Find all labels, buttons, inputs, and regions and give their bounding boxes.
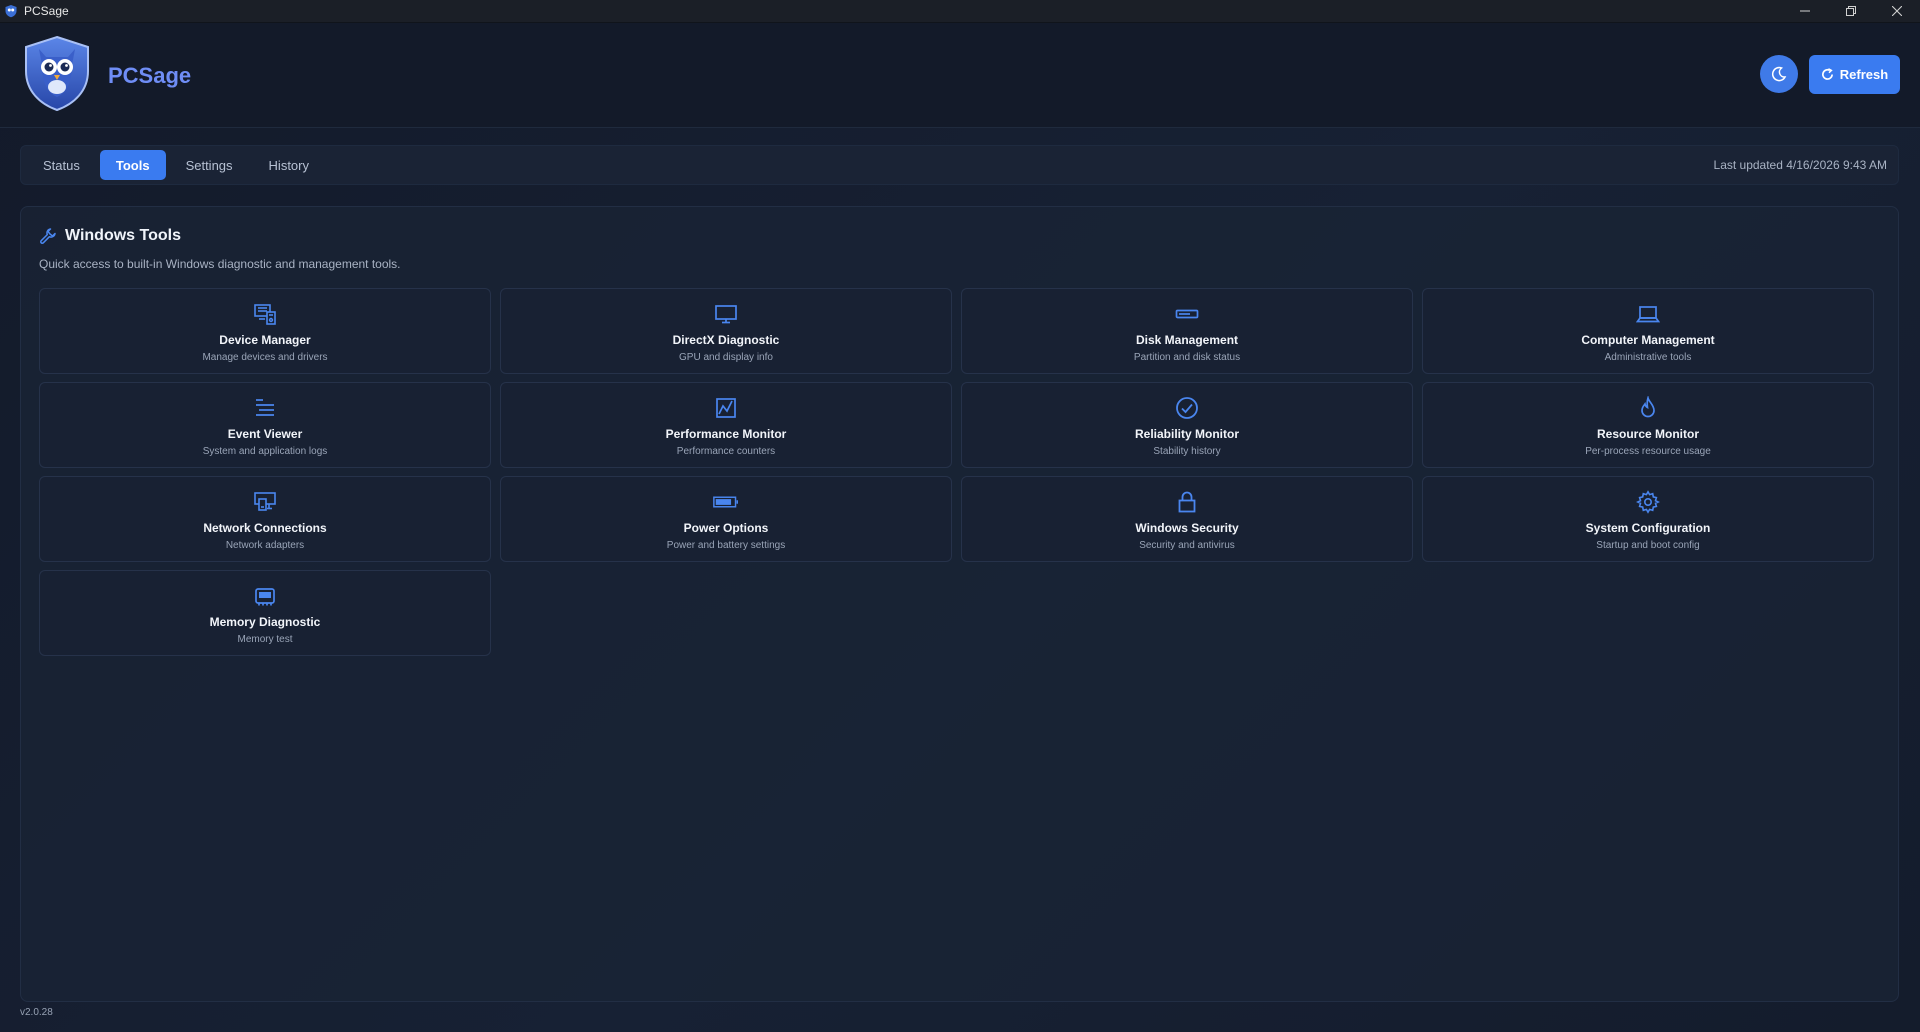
tool-reliability-monitor[interactable]: Reliability Monitor Stability history — [961, 382, 1413, 468]
tool-name: Computer Management — [1581, 333, 1715, 347]
tool-name: Power Options — [683, 521, 769, 535]
restore-icon — [1846, 6, 1856, 16]
tool-description: Stability history — [1153, 446, 1221, 457]
title-bar: PCSage — [0, 0, 1920, 23]
window-title: PCSage — [24, 4, 69, 18]
refresh-button[interactable]: Refresh — [1809, 55, 1900, 94]
tool-description: System and application logs — [202, 446, 328, 457]
laptop-icon — [1636, 306, 1660, 323]
tool-name: Memory Diagnostic — [209, 615, 321, 629]
flame-icon — [1641, 396, 1655, 418]
minimize-icon — [1800, 10, 1810, 12]
tool-computer-management[interactable]: Computer Management Administrative tools — [1422, 288, 1874, 374]
tab-tools[interactable]: Tools — [99, 150, 166, 180]
wrench-icon — [40, 228, 56, 244]
theme-toggle-button[interactable] — [1760, 55, 1798, 93]
close-icon — [1892, 6, 1902, 16]
tool-description: Partition and disk status — [1133, 352, 1241, 363]
tool-name: Disk Management — [1135, 333, 1239, 347]
tool-description: GPU and display info — [679, 352, 773, 363]
tab-bar: Status Tools Settings History Last updat… — [20, 145, 1899, 185]
tool-name: Event Viewer — [227, 427, 303, 441]
tab-settings[interactable]: Settings — [170, 150, 249, 180]
tab-status[interactable]: Status — [27, 150, 96, 180]
tool-description: Security and antivirus — [1139, 540, 1235, 551]
tool-description: Startup and boot config — [1596, 540, 1700, 551]
panel-subtitle: Quick access to built-in Windows diagnos… — [39, 257, 401, 271]
tool-name: System Configuration — [1585, 521, 1711, 535]
panel-title: Windows Tools — [65, 227, 181, 244]
tool-resource-monitor[interactable]: Resource Monitor Per-process resource us… — [1422, 382, 1874, 468]
lock-icon — [1178, 491, 1196, 513]
tool-description: Administrative tools — [1604, 352, 1692, 363]
tool-system-configuration[interactable]: System Configuration Startup and boot co… — [1422, 476, 1874, 562]
refresh-icon — [1821, 68, 1833, 80]
app-icon — [5, 5, 17, 18]
tool-description: Memory test — [237, 634, 293, 645]
tool-memory-diagnostic[interactable]: Memory Diagnostic Memory test — [39, 570, 491, 656]
app-header: PCSage Refresh — [0, 23, 1920, 128]
panel-heading: Windows Tools — [39, 227, 181, 245]
tool-description: Power and battery settings — [666, 540, 786, 551]
tool-description: Per-process resource usage — [1585, 446, 1711, 457]
monitor-icon — [715, 305, 737, 324]
tool-event-viewer[interactable]: Event Viewer System and application logs — [39, 382, 491, 468]
battery-icon — [713, 496, 739, 508]
tool-name: Device Manager — [219, 333, 311, 347]
version-label: v2.0.28 — [20, 1007, 53, 1018]
tool-windows-security[interactable]: Windows Security Security and antivirus — [961, 476, 1413, 562]
disk-icon — [1175, 309, 1199, 319]
refresh-label: Refresh — [1839, 67, 1889, 82]
tool-name: Performance Monitor — [665, 427, 787, 441]
memory-icon — [255, 588, 275, 606]
network-icon — [254, 492, 276, 511]
owl-shield-logo — [25, 35, 89, 111]
tool-device-manager[interactable]: Device Manager Manage devices and driver… — [39, 288, 491, 374]
tool-performance-monitor[interactable]: Performance Monitor Performance counters — [500, 382, 952, 468]
moon-icon — [1771, 66, 1787, 82]
tool-disk-management[interactable]: Disk Management Partition and disk statu… — [961, 288, 1413, 374]
tool-name: Network Connections — [203, 521, 327, 535]
tool-directx-diagnostic[interactable]: DirectX Diagnostic GPU and display info — [500, 288, 952, 374]
tool-name: Reliability Monitor — [1134, 427, 1239, 441]
tool-power-options[interactable]: Power Options Power and battery settings — [500, 476, 952, 562]
tools-grid: Device Manager Manage devices and driver… — [39, 288, 1874, 656]
tool-description: Performance counters — [676, 446, 776, 457]
windows-tools-panel: Windows Tools Quick access to built-in W… — [20, 206, 1899, 1002]
restore-button[interactable] — [1828, 0, 1874, 23]
chart-icon — [716, 398, 736, 418]
device-manager-icon — [254, 304, 276, 325]
tab-history[interactable]: History — [253, 150, 325, 180]
tool-name: Windows Security — [1135, 521, 1239, 535]
list-icon — [256, 399, 274, 416]
tool-description: Network adapters — [225, 540, 305, 551]
tool-description: Manage devices and drivers — [202, 352, 328, 363]
gear-icon — [1636, 490, 1660, 514]
close-button[interactable] — [1874, 0, 1920, 23]
tool-name: Resource Monitor — [1596, 427, 1699, 441]
check-circle-icon — [1176, 397, 1198, 419]
tool-network-connections[interactable]: Network Connections Network adapters — [39, 476, 491, 562]
tool-name: DirectX Diagnostic — [672, 333, 780, 347]
brand-name: PCSage — [108, 63, 192, 88]
last-updated-text: Last updated 4/16/2026 9:43 AM — [1713, 158, 1887, 172]
minimize-button[interactable] — [1782, 0, 1828, 23]
